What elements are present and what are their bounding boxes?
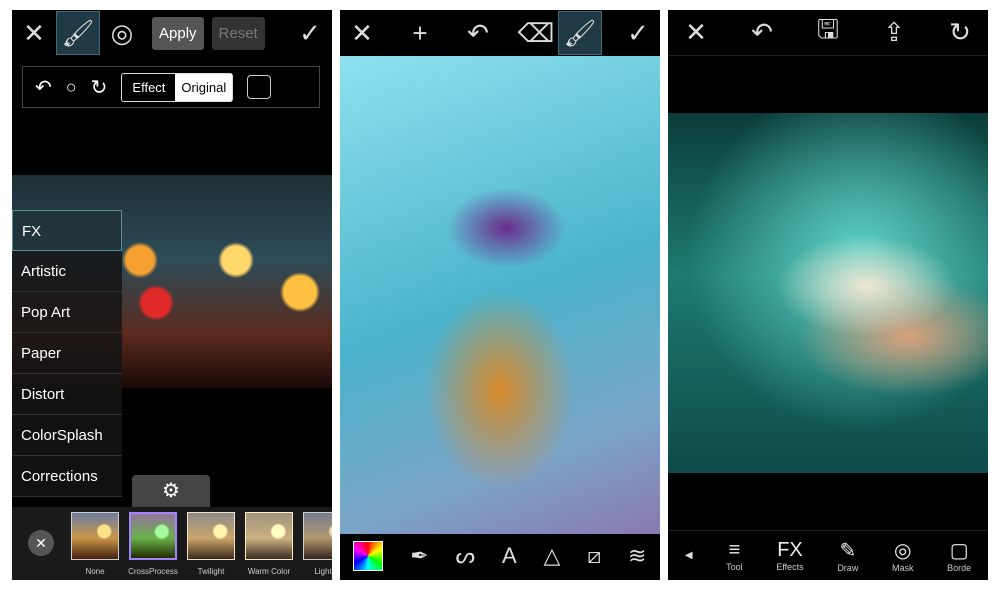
thumb-label: Light C (314, 567, 332, 576)
photo-canvas[interactable] (668, 113, 988, 473)
undo-icon[interactable]: ↶ (35, 75, 52, 100)
apply-button[interactable]: Apply (152, 16, 204, 50)
top-toolbar: ✕ ↶ 🖫 ⇪ ↻ (668, 10, 988, 56)
share-icon[interactable]: ⇪ (872, 11, 916, 55)
menu-item[interactable]: Pop Art (12, 292, 122, 333)
filter-thumb[interactable] (187, 512, 235, 560)
text-tool-icon[interactable]: A (502, 543, 517, 569)
top-toolbar: ✕ 🖌 ◎ Apply Reset ✓ (12, 10, 332, 56)
filter-thumb[interactable] (129, 512, 177, 560)
close-icon[interactable]: ✕ (12, 11, 56, 55)
menu-item[interactable]: Paper (12, 333, 122, 374)
menu-item[interactable]: ColorSplash (12, 415, 122, 456)
tool-button[interactable]: ≡ Tool (726, 539, 743, 572)
check-icon[interactable]: ✓ (616, 11, 660, 55)
original-toggle[interactable]: Original (175, 73, 233, 101)
editor-panel: ✕ ↶ 🖫 ⇪ ↻ ◀ ≡ Tool FX Effects ✎ Draw ◎ Mask … (668, 10, 988, 580)
brush-stroke-icon[interactable]: ᔕ (456, 543, 476, 569)
color-picker-icon[interactable] (353, 541, 384, 571)
draw-panel: ✕ + ↶ ⌫ 🖌 ✓ ✒ ᔕ A △ ⧄ ≋ (340, 10, 660, 580)
circle-icon[interactable]: ○ (66, 77, 77, 98)
close-strip-icon[interactable]: ✕ (28, 530, 54, 556)
shapes-icon[interactable]: △ (543, 543, 560, 569)
filter-thumb[interactable] (303, 512, 332, 560)
thumb-label: CrossProcess (128, 567, 178, 576)
settings-icon[interactable]: ⚙ (132, 475, 210, 507)
target-icon[interactable]: ◎ (100, 11, 144, 55)
menu-item[interactable]: FX (12, 210, 122, 251)
image-add-icon[interactable]: ⧄ (587, 543, 601, 569)
painting-canvas[interactable] (340, 56, 660, 534)
bottom-toolbar: ✒ ᔕ A △ ⧄ ≋ (340, 532, 660, 580)
effect-toggle[interactable]: Effect (122, 74, 175, 101)
scroll-left-icon[interactable]: ◀ (685, 550, 693, 561)
thumb-label: Twilight (197, 567, 225, 576)
menu-item[interactable]: Corrections (12, 456, 122, 497)
draw-button[interactable]: ✎ Draw (837, 538, 858, 573)
layers-icon[interactable]: ≋ (628, 543, 646, 569)
bottom-toolbar: ◀ ≡ Tool FX Effects ✎ Draw ◎ Mask ▢ Borde (668, 530, 988, 580)
menu-item[interactable]: Artistic (12, 251, 122, 292)
brush-icon[interactable]: 🖌 (56, 11, 100, 55)
mask-button[interactable]: ◎ Mask (892, 538, 914, 573)
filter-thumb[interactable] (71, 512, 119, 560)
redo-icon[interactable]: ↻ (91, 75, 108, 100)
border-button[interactable]: ▢ Borde (947, 538, 971, 573)
top-toolbar: ✕ + ↶ ⌫ 🖌 ✓ (340, 10, 660, 56)
eyedropper-icon[interactable]: ✒ (410, 543, 428, 569)
brush-options: ↶ ○ ↻ Effect Original (22, 66, 320, 108)
thumb-label: None (85, 567, 105, 576)
check-icon[interactable]: ✓ (288, 11, 332, 55)
reset-button[interactable]: Reset (211, 16, 265, 50)
effect-category-menu: FX Artistic Pop Art Paper Distort ColorS… (12, 210, 122, 497)
brush-icon[interactable]: 🖌 (558, 11, 602, 55)
undo-icon[interactable]: ↶ (740, 11, 784, 55)
eraser-icon[interactable]: ⌫ (514, 11, 558, 55)
add-icon[interactable]: + (398, 11, 442, 55)
close-icon[interactable]: ✕ (340, 11, 384, 55)
refresh-icon[interactable]: ↻ (938, 11, 982, 55)
menu-item[interactable]: Distort (12, 374, 122, 415)
save-icon[interactable]: 🖫 (806, 11, 850, 55)
undo-icon[interactable]: ↶ (456, 11, 500, 55)
thumb-label: Warm Color (247, 567, 291, 576)
effects-panel: ✕ 🖌 ◎ Apply Reset ✓ ↶ ○ ↻ Effect Origina… (12, 10, 332, 580)
close-icon[interactable]: ✕ (674, 11, 718, 55)
effects-button[interactable]: FX Effects (776, 539, 803, 572)
square-icon[interactable] (247, 75, 272, 99)
filter-thumb[interactable] (245, 512, 293, 560)
